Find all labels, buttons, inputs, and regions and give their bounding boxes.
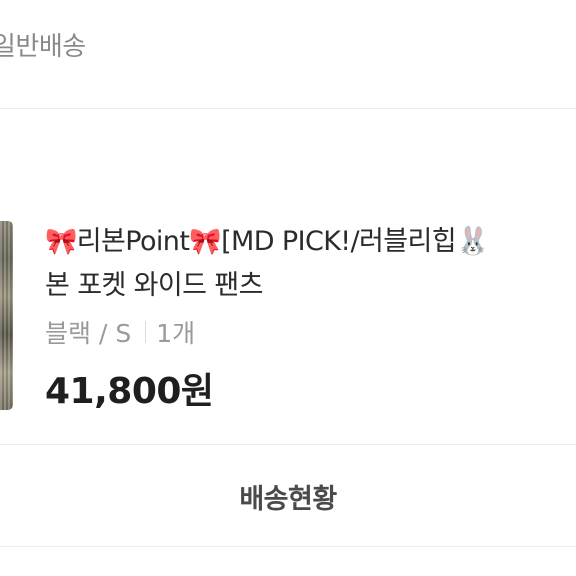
product-quantity: 1개	[156, 319, 196, 348]
product-name-line-2: 본 포켓 와이드 팬츠	[45, 270, 263, 301]
option-separator	[145, 321, 147, 343]
divider-top	[0, 108, 576, 109]
product-option-row: 블랙 / S 1개	[45, 314, 195, 350]
ribbon-icon: 🎀	[45, 227, 77, 257]
delivery-tracking-button[interactable]: 배송현황	[0, 446, 576, 546]
shipping-type-label: 일반배송	[0, 32, 86, 62]
ribbon-icon: 🎀	[189, 227, 222, 257]
product-price: 41,800원	[45, 371, 214, 412]
product-name-line-1: 🎀리본Point🎀[MD PICK!/러블리힙🐰	[45, 220, 576, 264]
divider-bottom	[0, 546, 576, 547]
divider-middle	[0, 444, 576, 445]
product-thumbnail[interactable]	[0, 221, 13, 410]
product-option: 블랙 / S	[45, 319, 132, 348]
product-name[interactable]: 🎀리본Point🎀[MD PICK!/러블리힙🐰 본 포켓 와이드 팬츠	[45, 220, 576, 307]
rabbit-icon: 🐰	[455, 226, 490, 257]
product-name-text-b: [MD PICK!/러블리힙	[221, 226, 456, 257]
product-name-text-a: 리본Point	[76, 226, 190, 257]
